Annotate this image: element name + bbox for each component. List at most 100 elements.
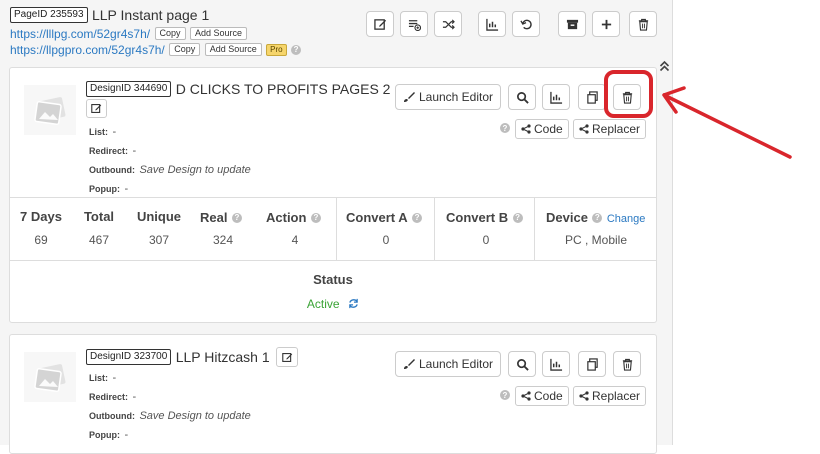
stat-value-convert-a: 0 <box>382 233 390 247</box>
launch-editor-label: Launch Editor <box>418 90 494 104</box>
stat-value-total: 467 <box>88 233 110 247</box>
copy-url-2-button[interactable]: Copy <box>169 43 201 57</box>
redirect-label: Redirect: <box>89 146 129 156</box>
edit-page-button[interactable] <box>366 11 394 37</box>
page-panel: PageID 235593 LLP Instant page 1 https:/… <box>0 0 673 454</box>
preview-design-2-button[interactable] <box>508 351 536 377</box>
stat-header-unique: Unique <box>136 209 182 224</box>
page-header: PageID 235593 LLP Instant page 1 <box>10 6 209 24</box>
page-url-1[interactable]: https://lllpg.com/52gr4s7h/ <box>10 27 150 41</box>
design-id-badge: DesignID 344690 <box>86 80 172 97</box>
divider <box>10 197 656 198</box>
list-value: - <box>112 126 117 138</box>
page-stats-button[interactable] <box>478 11 506 37</box>
delete-design-2-button[interactable] <box>613 351 641 377</box>
copy-url-1-button[interactable]: Copy <box>154 27 186 41</box>
stat-header-action: Action <box>266 210 307 225</box>
stat-header-total: Total <box>83 209 115 224</box>
redirect-value: - <box>132 391 137 403</box>
design-thumbnail-2 <box>24 352 76 402</box>
design-id-badge: DesignID 323700 <box>86 349 172 365</box>
search-icon <box>516 91 529 104</box>
design-card-1: DesignID 344690 D CLICKS TO PROFITS PAGE… <box>9 67 657 323</box>
refresh-icon[interactable] <box>348 298 359 309</box>
clone-design-1-button[interactable] <box>578 84 606 110</box>
change-device-link[interactable]: Change <box>607 213 646 225</box>
launch-editor-2-button[interactable]: Launch Editor <box>395 351 501 377</box>
share-icon <box>521 124 531 134</box>
edit-design-1-button[interactable] <box>86 99 107 118</box>
collapse-icon[interactable] <box>659 60 670 72</box>
status-value: Active <box>306 297 340 311</box>
divider <box>10 260 656 261</box>
brush-icon <box>403 92 415 102</box>
design-card-2: DesignID 323700 LLP Hitzcash 1 List: - R… <box>9 334 657 454</box>
replacer-label: Replacer <box>592 389 641 403</box>
add-design-button[interactable] <box>592 11 620 37</box>
shuffle-button[interactable] <box>434 11 462 37</box>
preview-design-1-button[interactable] <box>508 84 536 110</box>
brush-icon <box>403 359 415 369</box>
page-url-2[interactable]: https://llpgpro.com/52gr4s7h/ <box>10 43 165 57</box>
help-icon[interactable]: ? <box>291 44 302 55</box>
popup-value: - <box>124 183 129 195</box>
stat-header-action-wrap: Action ? <box>266 209 321 227</box>
device-help-icon[interactable]: ? <box>592 212 603 223</box>
stat-value-action: 4 <box>291 233 299 247</box>
add-to-list-button[interactable] <box>400 11 428 37</box>
page-id-badge: PageID 235593 <box>10 6 88 23</box>
code-2-button[interactable]: Code <box>515 386 569 406</box>
stat-header-convertb-wrap: Convert B ? <box>446 209 523 227</box>
action-help-icon[interactable]: ? <box>310 212 321 223</box>
copy-icon <box>586 357 598 371</box>
archive-page-button[interactable] <box>558 11 586 37</box>
stat-header-real-wrap: Real ? <box>200 209 242 227</box>
design-1-stats-button[interactable] <box>542 84 570 110</box>
stat-value-7days: 69 <box>34 233 48 247</box>
stat-header-convert-b: Convert B <box>446 210 509 225</box>
convert-b-help-icon[interactable]: ? <box>512 212 523 223</box>
replacer-2-button[interactable]: Replacer <box>573 386 647 406</box>
trash-icon <box>622 91 632 104</box>
url-row-2: https://llpgpro.com/52gr4s7h/ Copy Add S… <box>10 41 302 59</box>
delete-design-1-button[interactable] <box>613 84 641 110</box>
outbound-value: Save Design to update <box>139 410 251 422</box>
launch-editor-1-button[interactable]: Launch Editor <box>395 84 501 110</box>
popup-label: Popup: <box>89 184 120 194</box>
status-label: Status <box>313 272 353 287</box>
redirect-value: - <box>132 145 137 157</box>
add-source-1-button[interactable]: Add Source <box>190 27 248 41</box>
edit-icon <box>91 104 102 113</box>
share-icon <box>579 124 589 134</box>
replacer-1-button[interactable]: Replacer <box>573 119 647 139</box>
list-label: List: <box>89 127 108 137</box>
clone-design-2-button[interactable] <box>578 351 606 377</box>
real-help-icon[interactable]: ? <box>231 212 242 223</box>
pro-badge: Pro <box>266 43 287 56</box>
stat-header-device: Device <box>546 210 588 225</box>
stat-header-real: Real <box>200 210 228 225</box>
design-2-meta: List: - Redirect: - Outbound: Save Desig… <box>89 368 251 444</box>
edit-icon <box>373 18 386 30</box>
edit-icon <box>281 352 292 362</box>
stat-value-unique: 307 <box>148 233 170 247</box>
convert-a-help-icon[interactable]: ? <box>412 212 423 223</box>
search-icon <box>516 358 529 371</box>
code-help-icon[interactable]: ? <box>500 123 510 133</box>
reset-page-button[interactable] <box>512 11 540 37</box>
stat-header-device-wrap: Device ? Change <box>546 209 645 227</box>
redirect-label: Redirect: <box>89 392 129 402</box>
edit-design-2-button[interactable] <box>276 347 299 367</box>
page-title: LLP Instant page 1 <box>91 6 210 23</box>
code-help-icon[interactable]: ? <box>500 390 510 400</box>
code-1-button[interactable]: Code <box>515 119 569 139</box>
stat-value-device: PC , Mobile <box>564 233 628 247</box>
design-2-stats-button[interactable] <box>542 351 570 377</box>
add-source-2-button[interactable]: Add Source <box>204 43 262 57</box>
list-value: - <box>112 372 117 384</box>
share-icon <box>521 391 531 401</box>
delete-page-button[interactable] <box>629 11 657 37</box>
popup-label: Popup: <box>89 430 120 440</box>
design-thumbnail-1 <box>24 85 76 135</box>
code-label: Code <box>534 122 563 136</box>
